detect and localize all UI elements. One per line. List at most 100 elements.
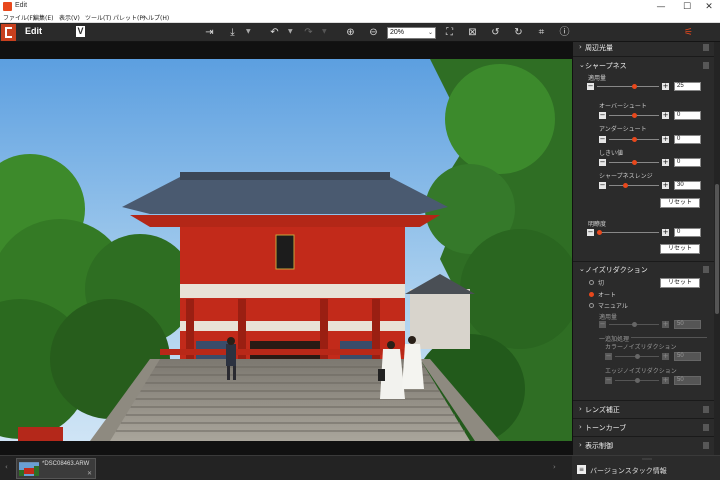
undershoot-value[interactable]: 0 <box>674 135 701 144</box>
edge-noise-slider-knob[interactable] <box>635 378 640 383</box>
color-noise-value[interactable]: 50 <box>674 352 701 361</box>
plus-button[interactable]: + <box>662 321 669 328</box>
undo-dropdown-icon[interactable]: ▼ <box>288 28 293 35</box>
drag-handle-icon[interactable] <box>703 406 709 413</box>
filmstrip-prev-icon[interactable]: ‹ <box>5 463 8 471</box>
actual-size-icon[interactable]: ⊠ <box>466 26 479 39</box>
panel-scrollbar[interactable] <box>714 42 720 455</box>
menu-edit[interactable]: 編集(E) <box>33 14 53 23</box>
image-viewer[interactable] <box>0 42 572 455</box>
plus-button[interactable]: + <box>662 229 669 236</box>
adjust-icon[interactable]: ⚟ <box>682 26 695 39</box>
radio-auto-label: オート <box>598 292 617 299</box>
section-display-control[interactable]: › 表示制御 <box>573 440 715 452</box>
rotate-left-icon[interactable]: ↺ <box>489 26 502 39</box>
rotate-right-icon[interactable]: ↻ <box>512 26 525 39</box>
sharpness-reset-button[interactable]: リセット <box>660 198 700 208</box>
undo-icon[interactable]: ↶ <box>268 26 281 39</box>
section-tone-curve[interactable]: › トーンカーブ <box>573 422 715 434</box>
section-noise-reduction[interactable]: ⌄ ノイズリダクション <box>573 264 715 276</box>
zoom-select[interactable]: 20% ⌄ <box>387 27 436 39</box>
noise-reset-button[interactable]: リセット <box>660 278 700 288</box>
minimize-button[interactable]: — <box>650 0 672 14</box>
minus-button[interactable]: − <box>599 136 606 143</box>
plus-button[interactable]: + <box>662 136 669 143</box>
drag-handle-icon[interactable] <box>703 62 709 69</box>
amount-value[interactable]: 25 <box>674 82 701 91</box>
v-logo-icon[interactable]: V <box>76 26 85 37</box>
photo-canvas[interactable] <box>0 59 572 441</box>
noise-amount-value[interactable]: 50 <box>674 320 701 329</box>
edge-noise-label: エッジノイズリダクション <box>605 368 677 375</box>
minus-button[interactable]: − <box>599 182 606 189</box>
fit-icon[interactable]: ⛶ <box>443 26 456 39</box>
download-icon[interactable]: ⤓ <box>226 26 239 39</box>
menu-view[interactable]: 表示(V) <box>59 14 80 23</box>
section-sharpness[interactable]: ⌄ シャープネス <box>573 60 715 72</box>
clarity-reset-button[interactable]: リセット <box>660 244 700 254</box>
range-value[interactable]: 30 <box>674 181 701 190</box>
minus-button[interactable]: − <box>605 377 612 384</box>
close-button[interactable]: ✕ <box>698 0 720 14</box>
threshold-value[interactable]: 0 <box>674 158 701 167</box>
menu-help[interactable]: ヘルプ(H) <box>142 14 169 23</box>
info-icon[interactable]: ⓘ <box>558 26 571 39</box>
clarity-value[interactable]: 0 <box>674 228 701 237</box>
plus-button[interactable]: + <box>662 83 669 90</box>
section-lens-correction[interactable]: › レンズ補正 <box>573 404 715 416</box>
brand-logo-icon[interactable] <box>1 24 16 41</box>
minus-button[interactable]: − <box>599 112 606 119</box>
minus-button[interactable]: − <box>587 83 594 90</box>
close-icon[interactable]: ✕ <box>87 470 92 477</box>
plus-button[interactable]: + <box>662 353 669 360</box>
menu-tools[interactable]: ツール(T) <box>85 14 111 23</box>
undershoot-slider-knob[interactable] <box>632 137 637 142</box>
drag-handle-icon[interactable] <box>703 266 709 273</box>
radio-auto[interactable] <box>589 292 594 297</box>
menu-palette[interactable]: パレット(P) <box>113 14 145 23</box>
minus-button[interactable]: − <box>599 159 606 166</box>
color-noise-slider-knob[interactable] <box>635 354 640 359</box>
overshoot-value[interactable]: 0 <box>674 111 701 120</box>
threshold-slider-knob[interactable] <box>632 160 637 165</box>
drag-handle-icon[interactable] <box>703 442 709 449</box>
drag-handle-icon[interactable] <box>642 458 652 460</box>
section-title: ノイズリダクション <box>585 266 648 274</box>
range-slider-knob[interactable] <box>623 183 628 188</box>
radio-off[interactable] <box>589 280 594 285</box>
amount-slider-knob[interactable] <box>632 84 637 89</box>
amount-slider-track[interactable] <box>597 86 659 87</box>
minus-button[interactable]: − <box>587 229 594 236</box>
minus-button[interactable]: − <box>605 353 612 360</box>
zoom-in-icon[interactable]: ⊕ <box>344 26 357 39</box>
clarity-slider-knob[interactable] <box>597 230 602 235</box>
thumbnail-item[interactable]: *DSC08463.ARW ✕ <box>16 458 96 479</box>
crop-icon[interactable]: ⌗ <box>535 26 548 39</box>
range-slider-track[interactable] <box>609 185 659 186</box>
plus-button[interactable]: + <box>662 112 669 119</box>
section-peripheral[interactable]: › 周辺光量 <box>573 42 715 54</box>
scrollbar-thumb[interactable] <box>715 184 719 314</box>
version-stack-icon[interactable]: ≡ <box>577 465 586 474</box>
drag-handle-icon[interactable] <box>703 44 709 51</box>
overshoot-slider-knob[interactable] <box>632 113 637 118</box>
zoom-out-icon[interactable]: ⊖ <box>367 26 380 39</box>
export-icon[interactable]: ⇥ <box>203 26 216 39</box>
chevron-down-icon: ⌄ <box>579 61 585 69</box>
plus-button[interactable]: + <box>662 159 669 166</box>
redo-dropdown-icon[interactable]: ▼ <box>322 28 327 35</box>
radio-manual[interactable] <box>589 303 594 308</box>
plus-button[interactable]: + <box>662 377 669 384</box>
menu-file[interactable]: ファイル(F) <box>3 14 35 23</box>
redo-icon[interactable]: ↷ <box>302 26 315 39</box>
version-stack-label[interactable]: バージョンスタック情報 <box>590 466 667 476</box>
noise-amount-slider-knob[interactable] <box>632 322 637 327</box>
drag-handle-icon[interactable] <box>703 424 709 431</box>
clarity-slider-track[interactable] <box>597 232 659 233</box>
minus-button[interactable]: − <box>599 321 606 328</box>
plus-button[interactable]: + <box>662 182 669 189</box>
edge-noise-value[interactable]: 50 <box>674 376 701 385</box>
maximize-button[interactable]: ☐ <box>676 0 698 14</box>
download-dropdown-icon[interactable]: ▼ <box>246 28 251 35</box>
filmstrip-next-icon[interactable]: › <box>553 463 556 471</box>
